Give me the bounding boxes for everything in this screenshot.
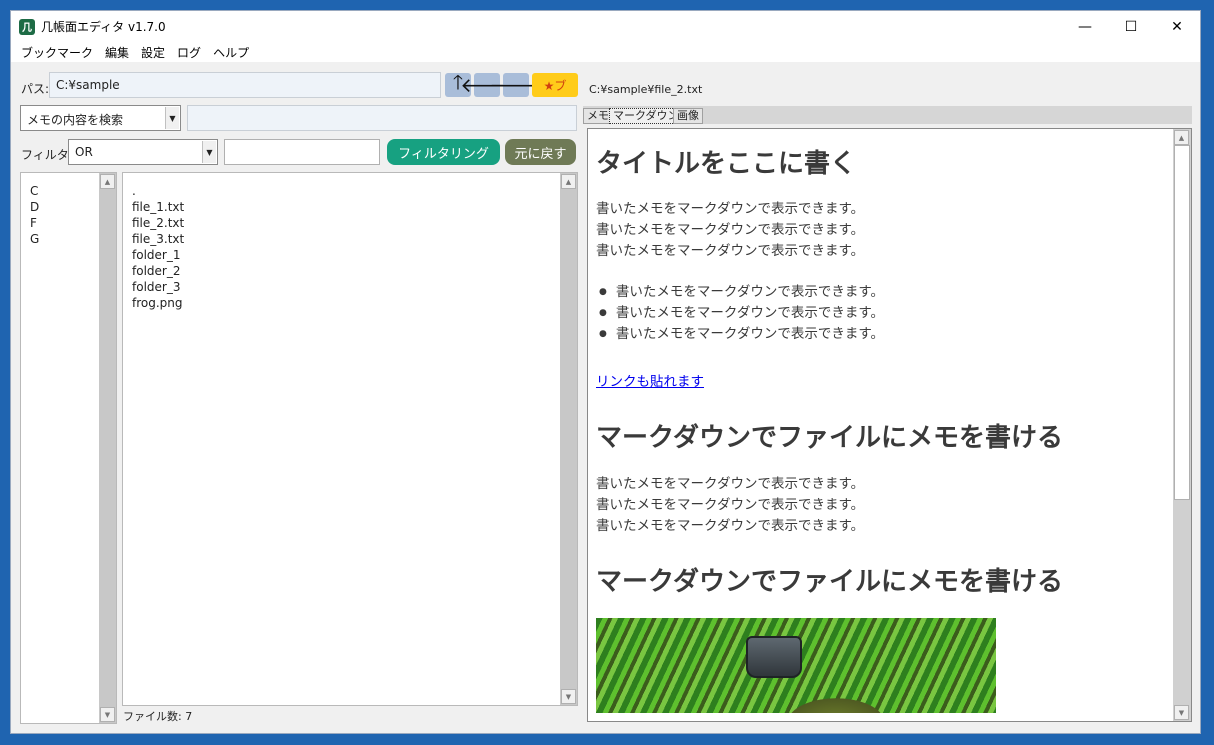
maximize-button[interactable]: ☐ [1108, 11, 1154, 42]
minimize-button[interactable]: — [1062, 11, 1108, 42]
filter-apply-button[interactable]: フィルタリング [387, 139, 500, 165]
scrollbar-thumb[interactable] [1174, 145, 1190, 500]
path-label: パス: [21, 82, 50, 96]
md-heading: タイトルをここに書く [596, 149, 857, 179]
menu-edit[interactable]: 編集 [99, 44, 135, 61]
filter-mode-value: OR [75, 145, 93, 159]
md-bullet-item: 書いたメモをマークダウンで表示できます。 [596, 282, 884, 305]
file-item[interactable]: frog.png [132, 295, 184, 311]
md-bullet-item: 書いたメモをマークダウンで表示できます。 [596, 303, 884, 326]
md-paragraph: 書いたメモをマークダウンで表示できます。 書いたメモをマークダウンで表示できます… [596, 199, 864, 262]
tab-image[interactable]: 画像 [673, 108, 703, 124]
close-button[interactable]: ✕ [1154, 11, 1200, 42]
frog-image [596, 618, 996, 713]
file-item[interactable]: file_1.txt [132, 199, 184, 215]
current-file-path: C:¥sample¥file_2.txt [589, 83, 703, 96]
menu-bookmark[interactable]: ブックマーク [15, 44, 99, 61]
markdown-preview: タイトルをここに書く 書いたメモをマークダウンで表示できます。 書いたメモをマー… [587, 128, 1192, 722]
path-input[interactable]: C:¥sample [49, 72, 441, 98]
md-line: 書いたメモをマークダウンで表示できます。 [596, 497, 865, 513]
md-line: 書いたメモをマークダウンで表示できます。 [596, 518, 865, 534]
drive-list: C D F G ▲ ▼ [20, 172, 117, 724]
scroll-up-icon[interactable]: ▲ [1174, 130, 1189, 145]
md-bullet-item: 書いたメモをマークダウンで表示できます。 [596, 324, 884, 347]
filter-mode-select[interactable]: OR ▼ [68, 139, 218, 165]
search-mode-select[interactable]: メモの内容を検索 ▼ [20, 105, 181, 131]
search-input[interactable] [187, 105, 577, 131]
md-line: 書いたメモをマークダウンで表示できます。 [596, 476, 865, 492]
scroll-down-icon[interactable]: ▼ [1174, 705, 1189, 720]
scroll-up-icon[interactable]: ▲ [561, 174, 576, 189]
md-line: 書いたメモをマークダウンで表示できます。 [596, 201, 865, 217]
menu-settings[interactable]: 設定 [135, 44, 171, 61]
md-heading: マークダウンでファイルにメモを書ける [596, 567, 1063, 597]
search-mode-value: メモの内容を検索 [27, 113, 124, 127]
bookmark-button[interactable]: ★ブ [532, 73, 578, 97]
file-list: . file_1.txt file_2.txt file_3.txt folde… [122, 172, 578, 706]
file-item[interactable]: file_2.txt [132, 215, 184, 231]
folder-item[interactable]: folder_2 [132, 263, 184, 279]
menu-bar: ブックマーク 編集 設定 ログ ヘルプ [11, 42, 1200, 62]
filter-input[interactable] [224, 139, 380, 165]
title-bar[interactable]: 几 几帳面エディタ v1.7.0 — ☐ ✕ [11, 11, 1200, 42]
scroll-down-icon[interactable]: ▼ [561, 689, 576, 704]
drive-item[interactable]: G [30, 231, 39, 247]
folder-item[interactable]: folder_3 [132, 279, 184, 295]
markdown-scrollbar[interactable]: ▲ ▼ [1173, 129, 1191, 721]
drive-list-scrollbar[interactable]: ▲ ▼ [99, 173, 116, 723]
md-link[interactable]: リンクも貼れます [596, 370, 704, 390]
file-item[interactable]: file_3.txt [132, 231, 184, 247]
viewer-tabs: メモ マークダウン 画像 [583, 106, 1192, 124]
window-title: 几帳面エディタ v1.7.0 [41, 20, 166, 34]
file-list-scrollbar[interactable]: ▲ ▼ [560, 173, 577, 705]
md-heading: マークダウンでファイルにメモを書ける [596, 423, 1063, 453]
md-line: 書いたメモをマークダウンで表示できます。 [596, 243, 865, 259]
md-line: 書いたメモをマークダウンで表示できます。 [596, 222, 865, 238]
file-count-status: ファイル数: 7 [123, 710, 193, 723]
window-controls: — ☐ ✕ [1062, 11, 1200, 42]
drive-item[interactable]: D [30, 199, 39, 215]
menu-log[interactable]: ログ [171, 44, 207, 61]
app-icon: 几 [19, 18, 35, 35]
filter-reset-button[interactable]: 元に戻す [505, 139, 576, 165]
drive-item[interactable]: C [30, 183, 39, 199]
drive-item[interactable]: F [30, 215, 39, 231]
app-window: 几 几帳面エディタ v1.7.0 — ☐ ✕ ブックマーク 編集 設定 ログ ヘ… [10, 10, 1201, 734]
menu-help[interactable]: ヘルプ [207, 44, 255, 61]
md-paragraph: 書いたメモをマークダウンで表示できます。 書いたメモをマークダウンで表示できます… [596, 474, 864, 537]
scroll-up-icon[interactable]: ▲ [100, 174, 115, 189]
tab-markdown[interactable]: マークダウン [609, 108, 683, 124]
file-item[interactable]: . [132, 183, 184, 199]
scroll-down-icon[interactable]: ▼ [100, 707, 115, 722]
frog-hat-shape [746, 636, 802, 678]
folder-item[interactable]: folder_1 [132, 247, 184, 263]
dropdown-arrow-icon: ▼ [202, 141, 216, 163]
forward-button[interactable]: 🡒 [489, 73, 543, 97]
dropdown-arrow-icon: ▼ [165, 107, 179, 129]
